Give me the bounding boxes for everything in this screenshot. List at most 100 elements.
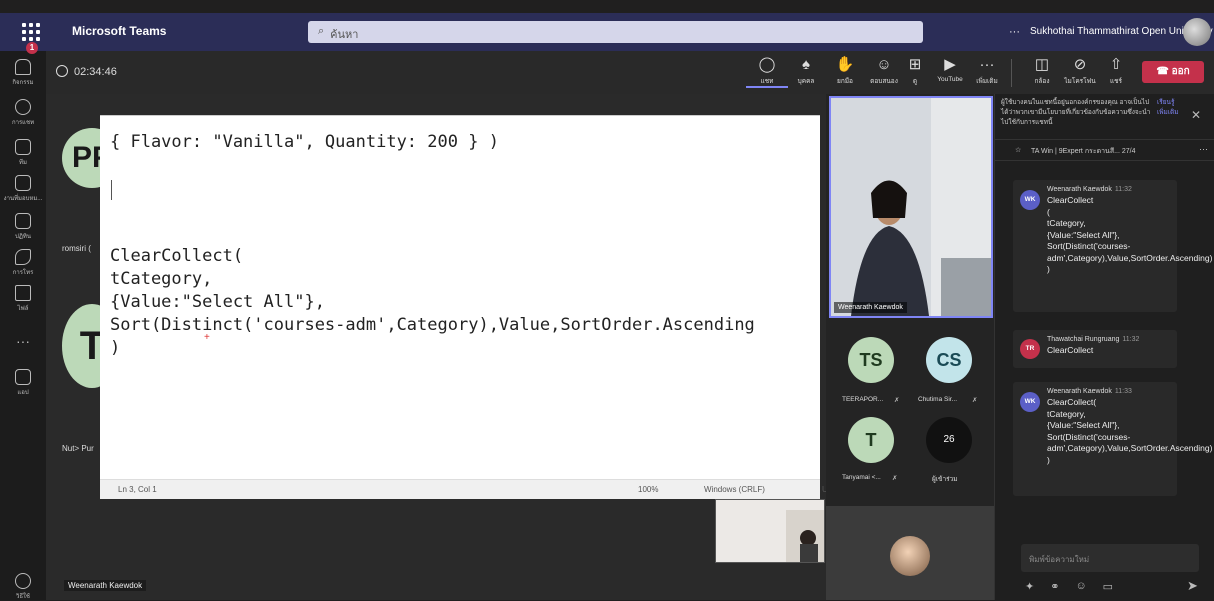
share-button[interactable]: ⇧ แชร์ xyxy=(1095,56,1137,86)
rail-item-assignments[interactable]: งานที่มอบหม... xyxy=(0,175,46,203)
pinned-message-bar[interactable]: ☆ TA Win | 9Expert กระดานสี... 27/4 ··· xyxy=(995,139,1214,161)
self-view-video[interactable] xyxy=(715,499,825,563)
author-avatar: WK xyxy=(1020,392,1040,412)
cursor-marker-icon: + xyxy=(204,332,210,343)
share-icon: ⇧ xyxy=(1109,56,1123,73)
raise-hand-button[interactable]: ✋ ยกมือ xyxy=(824,56,866,86)
code-line: { Flavor: "Vanilla", Quantity: 200 } ) xyxy=(110,132,499,152)
file-icon xyxy=(15,285,31,301)
assignments-icon xyxy=(15,175,31,191)
send-icon[interactable]: ➤ xyxy=(1187,578,1198,594)
chat-button[interactable]: ◯ แชท xyxy=(746,56,788,88)
self-view-image xyxy=(716,500,824,562)
meeting-timer: 02:34:46 xyxy=(74,66,117,78)
pin-icon: ☆ xyxy=(1015,147,1022,154)
rail-item-chat[interactable]: การแชท xyxy=(0,99,46,127)
teams-icon xyxy=(15,139,31,155)
zoom-level: 100% xyxy=(638,485,659,494)
more-icon: ··· xyxy=(979,56,995,73)
code-line: {Value:"Select All"}, xyxy=(110,292,325,312)
phone-hangup-icon: ☎ xyxy=(1156,66,1172,77)
help-icon xyxy=(15,573,31,589)
compose-toolbar: ✦ ⚭ ☺ ▭ xyxy=(1025,580,1113,593)
learn-more-link[interactable]: เรียนรู้เพิ่มเติม xyxy=(1157,98,1179,118)
code-line: tCategory, xyxy=(110,269,213,289)
leave-button[interactable]: ☎ ออก xyxy=(1142,61,1204,83)
calendar-icon xyxy=(15,213,31,229)
author-avatar: TR xyxy=(1020,339,1040,359)
editor-status-bar: Ln 3, Col 1 100% Windows (CRLF) U xyxy=(100,479,828,499)
raise-hand-icon: ✋ xyxy=(835,56,855,73)
chat-message[interactable]: WK Weenarath Kaewdok 11:32 ClearCollect (… xyxy=(1013,180,1212,312)
apps-icon xyxy=(15,369,31,385)
attach-icon[interactable]: ⚭ xyxy=(1050,580,1059,593)
participant-tile xyxy=(826,506,994,600)
emoji-icon[interactable]: ☺ xyxy=(1075,580,1086,593)
shared-screen-editor: { Flavor: "Vanilla", Quantity: 200 } ) C… xyxy=(100,115,828,499)
mic-off-icon: ✗ xyxy=(892,475,898,482)
notification-badge: 1 xyxy=(26,42,38,54)
app-name: Microsoft Teams xyxy=(72,24,167,38)
rail-item-teams[interactable]: ทีม xyxy=(0,139,46,167)
chat-message[interactable]: WK Weenarath Kaewdok 11:33 ClearCollect( … xyxy=(1013,382,1212,496)
text-caret xyxy=(111,180,112,200)
search-icon: ⌕ xyxy=(318,25,325,37)
author-avatar: WK xyxy=(1020,190,1040,210)
participant-name: Tanyamai <... xyxy=(842,474,881,481)
participant-avatar[interactable]: TS xyxy=(848,337,894,383)
profile-avatar[interactable] xyxy=(1183,18,1211,46)
participant-tile-name: romsiri ( xyxy=(62,244,91,253)
youtube-button[interactable]: ▶ YouTube xyxy=(929,56,971,83)
sticker-icon[interactable]: ▭ xyxy=(1103,580,1113,593)
app-launcher-icon[interactable] xyxy=(22,23,40,41)
more-actions-button[interactable]: ··· เพิ่มเติม xyxy=(966,56,1008,86)
pinned-message-text: TA Win | 9Expert กระดานสี... 27/4 xyxy=(1031,148,1136,155)
code-line: ClearCollect( xyxy=(110,246,244,266)
more-options-button[interactable]: ··· xyxy=(1009,26,1020,38)
app-rail: กิจกรรม การแชท ทีม งานที่มอบหม... ปฏิทิน… xyxy=(0,51,46,600)
people-icon: ♠ xyxy=(802,56,810,73)
message-header: Thawatchai Rungruang 11:32 xyxy=(1047,336,1140,343)
format-icon[interactable]: ✦ xyxy=(1025,580,1034,593)
chat-message[interactable]: TR Thawatchai Rungruang 11:32 ClearCollec… xyxy=(1013,330,1177,368)
more-icon[interactable]: ··· xyxy=(1199,144,1208,154)
more-icon: ··· xyxy=(16,333,30,349)
code-line: ) xyxy=(110,338,121,358)
rail-item-help[interactable]: วิธีใช้ xyxy=(0,573,46,601)
more-participants-button[interactable]: 26 xyxy=(926,417,972,463)
people-button[interactable]: ♠ บุคคล xyxy=(785,56,827,86)
presenter-name-label: Weenarath Kaewdok xyxy=(64,580,147,591)
rail-item-calendar[interactable]: ปฏิทิน xyxy=(0,213,46,241)
close-icon[interactable]: ✕ xyxy=(1191,108,1201,122)
participant-photo-avatar[interactable] xyxy=(890,536,930,576)
rail-more-apps[interactable]: ··· xyxy=(0,333,46,349)
search-input[interactable]: ⌕ ค้นหา xyxy=(308,21,923,43)
rail-item-files[interactable]: ไฟล์ xyxy=(0,285,46,313)
camera-off-icon: ◫ xyxy=(1034,56,1050,73)
featured-video-image xyxy=(831,98,991,316)
message-header: Weenarath Kaewdok 11:33 xyxy=(1047,388,1132,395)
bell-icon xyxy=(15,59,31,75)
title-bar: Microsoft Teams ⌕ ค้นหา ··· Sukhothai Th… xyxy=(0,13,1214,51)
cursor-position: Ln 3, Col 1 xyxy=(118,485,157,494)
participant-name: Chutima Sir... xyxy=(918,396,958,403)
chat-icon: ◯ xyxy=(758,56,776,73)
shield-icon xyxy=(56,65,68,77)
phone-icon xyxy=(15,249,31,265)
youtube-icon: ▶ xyxy=(944,56,956,73)
rail-item-activity[interactable]: กิจกรรม xyxy=(0,59,46,87)
more-participants-label: ผู้เข้าร่วม xyxy=(932,476,958,483)
rail-item-apps[interactable]: แอป xyxy=(0,369,46,397)
external-users-notice: ผู้ใช้บางคนในแชทนี้อยู่นอกองค์กรของคุณ อ… xyxy=(1001,99,1151,126)
participant-avatar[interactable]: T xyxy=(848,417,894,463)
participant-avatar[interactable]: CS xyxy=(926,337,972,383)
participant-name: TEERAPOR... xyxy=(842,396,884,403)
search-placeholder: ค้นหา xyxy=(330,29,359,41)
rail-item-calls[interactable]: การโทร xyxy=(0,249,46,277)
meeting-toolbar: 02:34:46 ◯ แชท ♠ บุคคล ✋ ยกมือ ☺ ตอบสนอง ⊞ ดู… xyxy=(46,51,1214,94)
line-ending: Windows (CRLF) xyxy=(704,485,765,494)
camera-button[interactable]: ◫ กล้อง xyxy=(1021,56,1063,86)
compose-message-input[interactable]: พิมพ์ข้อความใหม่ xyxy=(1021,544,1199,572)
featured-video[interactable]: Weenarath Kaewdok xyxy=(829,96,993,318)
meeting-chat-panel: ผู้ใช้บางคนในแชทนี้อยู่นอกองค์กรของคุณ อ… xyxy=(994,94,1214,600)
